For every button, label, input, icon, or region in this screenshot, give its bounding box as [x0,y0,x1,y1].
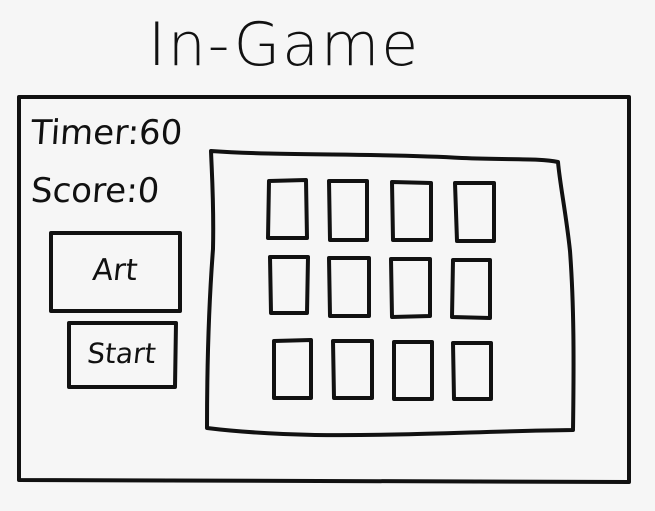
card-slot-2-3-hit[interactable] [391,259,431,318]
card-slot-1-4-hit[interactable] [455,183,495,242]
card-slot-2-2-hit[interactable] [329,258,370,317]
card-slot-3-1-hit[interactable] [274,340,312,399]
card-slot-1-3-hit[interactable] [392,182,432,241]
card-slot-3-3-hit[interactable] [394,342,433,400]
card-slot-3-4-hit[interactable] [453,343,492,400]
card-slot-2-1-hit[interactable] [270,257,309,314]
card-slot-1-2-hit[interactable] [329,181,368,241]
card-slot-2-4-hit[interactable] [452,260,491,319]
card-slot-1-1-hit[interactable] [268,180,308,239]
timer-label: Timer:60 [29,113,184,153]
page-title: In-Game [148,10,421,80]
card-slot-3-2-hit[interactable] [333,341,373,399]
art-button[interactable]: Art [46,232,184,310]
score-label: Score:0 [29,171,161,211]
start-button[interactable]: Start [66,322,178,386]
